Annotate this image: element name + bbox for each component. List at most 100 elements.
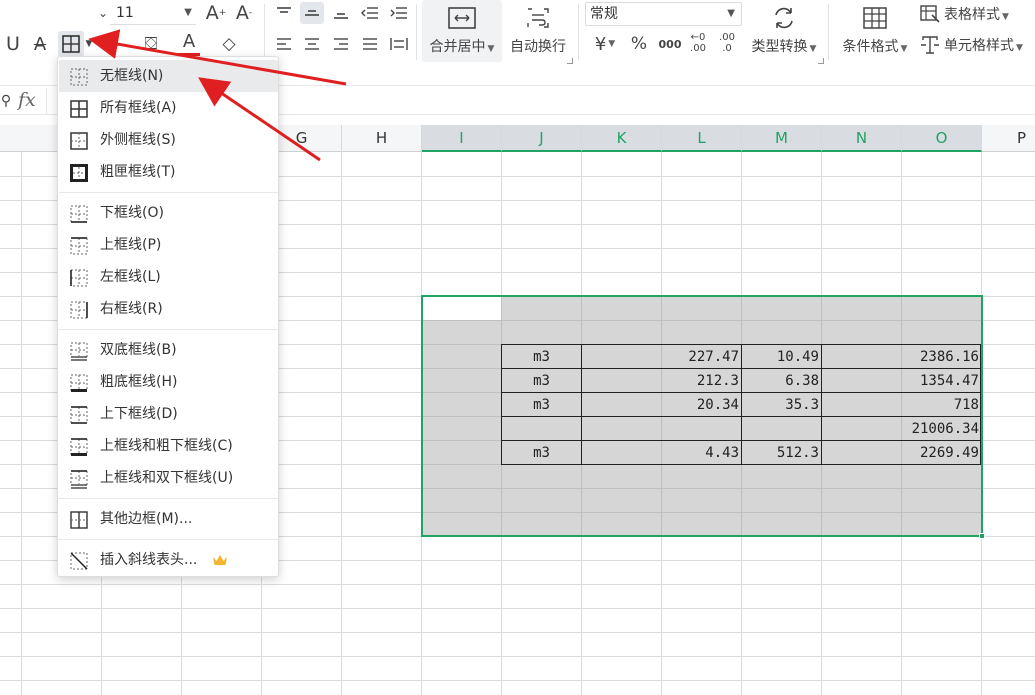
menu-divider xyxy=(59,192,278,193)
clear-format-icon[interactable]: ◇ xyxy=(216,32,242,56)
underline-icon[interactable]: U xyxy=(2,32,24,56)
menu-item-label: 左框线(L) xyxy=(100,269,161,285)
increase-indent-icon[interactable] xyxy=(387,2,411,24)
fill-color-icon[interactable]: ⛋ xyxy=(138,32,164,56)
menu-item-no-border[interactable]: 无框线(N) xyxy=(59,60,278,92)
gridline xyxy=(0,656,1035,657)
menu-item-label: 双底框线(B) xyxy=(100,342,177,358)
conditional-format-button[interactable]: 条件格式 ▼ xyxy=(836,0,914,62)
column-header-j[interactable]: J xyxy=(502,125,582,152)
menu-item-thick-bottom-border[interactable]: 粗底框线(H) xyxy=(59,366,278,398)
conditional-format-label: 条件格式 xyxy=(842,39,899,55)
fx-icon[interactable]: fx xyxy=(18,89,36,111)
menu-item-right-border[interactable]: 右框线(R) xyxy=(59,293,278,325)
thick-bottom-border-icon xyxy=(70,374,88,392)
menu-item-insert-diagonal-header[interactable]: 插入斜线表头... xyxy=(59,544,278,576)
top-bottom-border-icon xyxy=(70,406,88,424)
decrease-decimal-icon[interactable]: .00.0 xyxy=(715,30,739,56)
menu-item-left-border[interactable]: 左框线(L) xyxy=(59,261,278,293)
menu-item-top-double-bottom-border[interactable]: 上框线和双下框线(U) xyxy=(59,462,278,494)
increase-font-icon[interactable]: A + xyxy=(203,1,229,25)
distributed-align-icon[interactable] xyxy=(387,33,411,55)
gridline xyxy=(0,680,1035,681)
font-color-icon[interactable]: A xyxy=(178,30,200,56)
dialog-launcher-icon[interactable] xyxy=(567,58,573,64)
dialog-launcher-icon[interactable] xyxy=(818,58,824,64)
align-top-icon[interactable] xyxy=(272,2,296,24)
menu-item-double-bottom-border[interactable]: 双底框线(B) xyxy=(59,334,278,366)
menu-item-label: 无框线(N) xyxy=(100,68,164,84)
font-style-icon-partial[interactable]: ⌄ xyxy=(96,4,110,22)
no-border-icon xyxy=(70,68,88,86)
merge-center-button[interactable]: 合并居中 ▼ xyxy=(422,0,502,62)
column-header-l[interactable]: L xyxy=(662,125,742,152)
justify-icon[interactable] xyxy=(358,33,382,55)
menu-item-all-borders[interactable]: 所有框线(A) xyxy=(59,92,278,124)
align-right-icon[interactable] xyxy=(329,33,353,55)
column-header-p[interactable]: P xyxy=(982,125,1035,152)
column-header-k[interactable]: K xyxy=(582,125,662,152)
menu-item-top-bottom-border[interactable]: 上下框线(D) xyxy=(59,398,278,430)
increase-decimal-icon[interactable]: ←0.00 xyxy=(686,30,710,56)
inc-decimal-label: .00 xyxy=(690,43,706,54)
table-style-button[interactable]: 表格样式 ▼ xyxy=(920,2,1035,26)
ribbon-separator xyxy=(578,4,579,60)
border-dropdown-menu: 无框线(N) 所有框线(A) 外侧框线(S) 粗匣框线(T) 下框线(O) 上框… xyxy=(57,56,279,577)
menu-item-label: 下框线(O) xyxy=(100,205,164,221)
menu-item-label: 上框线和双下框线(U) xyxy=(100,470,234,486)
menu-item-top-thick-bottom-border[interactable]: 上框线和粗下框线(C) xyxy=(59,430,278,462)
table-style-icon xyxy=(920,5,940,23)
wrap-text-label: 自动换行 xyxy=(510,39,566,55)
gridline xyxy=(341,152,342,695)
decrease-font-icon[interactable]: A- xyxy=(231,1,257,25)
strikethrough-icon[interactable]: A xyxy=(28,32,52,56)
merge-center-label: 合并居中 xyxy=(429,39,486,55)
menu-item-top-border[interactable]: 上框线(P) xyxy=(59,229,278,261)
align-bottom-icon[interactable] xyxy=(329,2,353,24)
menu-item-more-borders[interactable]: 其他边框(M)... xyxy=(59,503,278,535)
convert-icon xyxy=(775,7,793,29)
thousands-separator-icon[interactable]: 000 xyxy=(655,33,685,55)
type-convert-label: 类型转换 xyxy=(751,39,808,55)
column-header-h[interactable]: H xyxy=(342,125,422,152)
dec-decimal-label: .0 xyxy=(722,43,732,54)
menu-item-label: 粗底框线(H) xyxy=(100,374,178,390)
gridline xyxy=(0,584,1035,585)
column-header-n[interactable]: N xyxy=(822,125,902,152)
currency-icon[interactable]: ¥ ▼ xyxy=(588,33,622,55)
menu-item-label: 右框线(R) xyxy=(100,301,163,317)
align-center-icon[interactable] xyxy=(300,33,324,55)
decrease-indent-icon[interactable] xyxy=(358,2,382,24)
ribbon-separator xyxy=(264,4,265,60)
wrap-text-icon xyxy=(527,8,549,28)
merge-cells-icon xyxy=(448,7,476,29)
menu-item-thick-box-border[interactable]: 粗匣框线(T) xyxy=(59,156,278,188)
align-middle-icon[interactable] xyxy=(300,2,324,24)
type-convert-button[interactable]: 类型转换 ▼ xyxy=(746,0,822,62)
top-thick-bottom-border-icon xyxy=(70,438,88,456)
border-icon[interactable] xyxy=(58,31,84,57)
menu-item-label: 所有框线(A) xyxy=(100,100,177,116)
chevron-down-icon: ▼ xyxy=(727,8,735,19)
menu-item-bottom-border[interactable]: 下框线(O) xyxy=(59,197,278,229)
border-dropdown-icon[interactable]: ▼ xyxy=(84,36,94,52)
cell-style-button[interactable]: 单元格样式 ▼ xyxy=(920,33,1035,57)
number-format-select[interactable]: 常规 ▼ xyxy=(585,2,742,26)
wrap-text-button[interactable]: 自动换行 xyxy=(505,0,571,62)
chevron-down-icon: ▼ xyxy=(184,7,192,18)
column-header-m[interactable]: M xyxy=(742,125,822,152)
column-header-i[interactable]: I xyxy=(422,125,502,152)
menu-item-label: 外侧框线(S) xyxy=(100,132,176,148)
menu-item-outside-borders[interactable]: 外侧框线(S) xyxy=(59,124,278,156)
align-left-icon[interactable] xyxy=(272,33,296,55)
column-header-o[interactable]: O xyxy=(902,125,982,152)
ribbon-separator xyxy=(828,4,829,60)
menu-divider xyxy=(59,539,278,540)
diagonal-header-icon xyxy=(70,552,88,570)
font-size-select[interactable]: 11 ▼ xyxy=(110,3,196,25)
percent-icon[interactable]: % xyxy=(627,33,651,55)
fill-handle[interactable] xyxy=(979,533,985,539)
crown-icon xyxy=(213,555,227,565)
font-size-value: 11 xyxy=(116,5,134,21)
zoom-search-icon[interactable]: ⚲ xyxy=(0,91,12,111)
